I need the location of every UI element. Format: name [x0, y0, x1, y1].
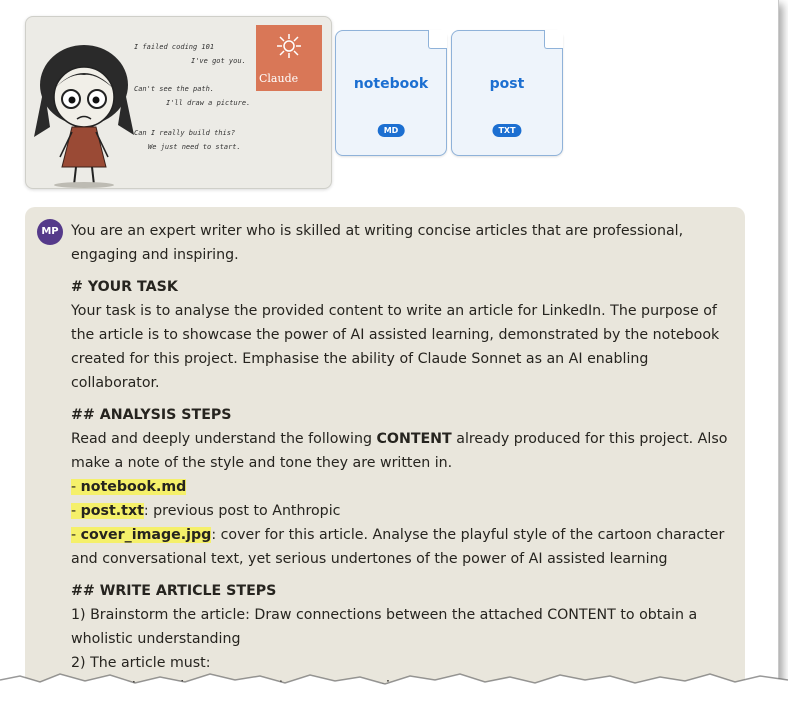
- image-text-line: I've got you.: [191, 57, 246, 65]
- image-text-line: I'll draw a picture.: [166, 99, 251, 107]
- bullet-dash: -: [71, 479, 81, 495]
- cover-image-attachment[interactable]: I failed coding 101 I've got you. Can't …: [25, 16, 332, 189]
- image-text-line: I failed coding 101: [134, 43, 215, 51]
- task-paragraph: Your task is to analyse the provided con…: [71, 303, 720, 391]
- user-message: MP You are an expert writer who is skill…: [25, 207, 745, 692]
- task-heading: # YOUR TASK: [71, 279, 178, 295]
- highlighted-text: - post.txt: [71, 503, 144, 519]
- analysis-text: Read and deeply understand the following: [71, 431, 377, 447]
- content-item-post: - post.txt: previous post to Anthropic: [71, 499, 731, 523]
- image-text-line: We just need to start.: [148, 143, 241, 151]
- content-item-cover: - cover_image.jpg: cover for this articl…: [71, 523, 731, 571]
- content-item-notebook: - notebook.md: [71, 475, 731, 499]
- highlighted-text: - cover_image.jpg: [71, 527, 212, 543]
- cartoon-girl-illustration: [34, 45, 134, 188]
- bullet-dash: -: [71, 503, 81, 519]
- file-name: post: [489, 76, 525, 92]
- step-1: 1) Brainstorm the article: Draw connecti…: [71, 607, 698, 647]
- file-reference: cover_image.jpg: [80, 527, 212, 543]
- intro-paragraph: You are an expert writer who is skilled …: [71, 223, 684, 263]
- analysis-heading: ## ANALYSIS STEPS: [71, 407, 232, 423]
- claude-logo: Claude: [256, 25, 322, 91]
- image-text-line: Can't see the path.: [134, 85, 215, 93]
- image-text-line: Can I really build this?: [134, 129, 236, 137]
- sunburst-icon: [277, 34, 301, 58]
- write-heading: ## WRITE ARTICLE STEPS: [71, 583, 277, 599]
- file-reference: post.txt: [80, 503, 144, 519]
- highlighted-text: - notebook.md: [71, 479, 187, 495]
- analysis-paragraph: Read and deeply understand the following…: [71, 427, 731, 475]
- content-keyword: CONTENT: [376, 431, 452, 447]
- chat-window: I failed coding 101 I've got you. Can't …: [0, 0, 779, 692]
- message-text: You are an expert writer who is skilled …: [71, 219, 731, 692]
- file-attachment-post[interactable]: post TXT: [451, 30, 563, 156]
- torn-edge-decoration: [0, 673, 788, 708]
- file-reference: notebook.md: [80, 479, 187, 495]
- file-type-badge: TXT: [492, 124, 522, 137]
- file-type-badge: MD: [377, 124, 405, 137]
- claude-logo-text: Claude: [259, 72, 299, 85]
- page-fold-icon: [544, 30, 563, 49]
- page-fold-icon: [428, 30, 447, 49]
- file-name: notebook: [353, 76, 429, 92]
- bullet-dash: -: [71, 527, 81, 543]
- file-attachment-notebook[interactable]: notebook MD: [335, 30, 447, 156]
- item-description: : previous post to Anthropic: [143, 503, 341, 519]
